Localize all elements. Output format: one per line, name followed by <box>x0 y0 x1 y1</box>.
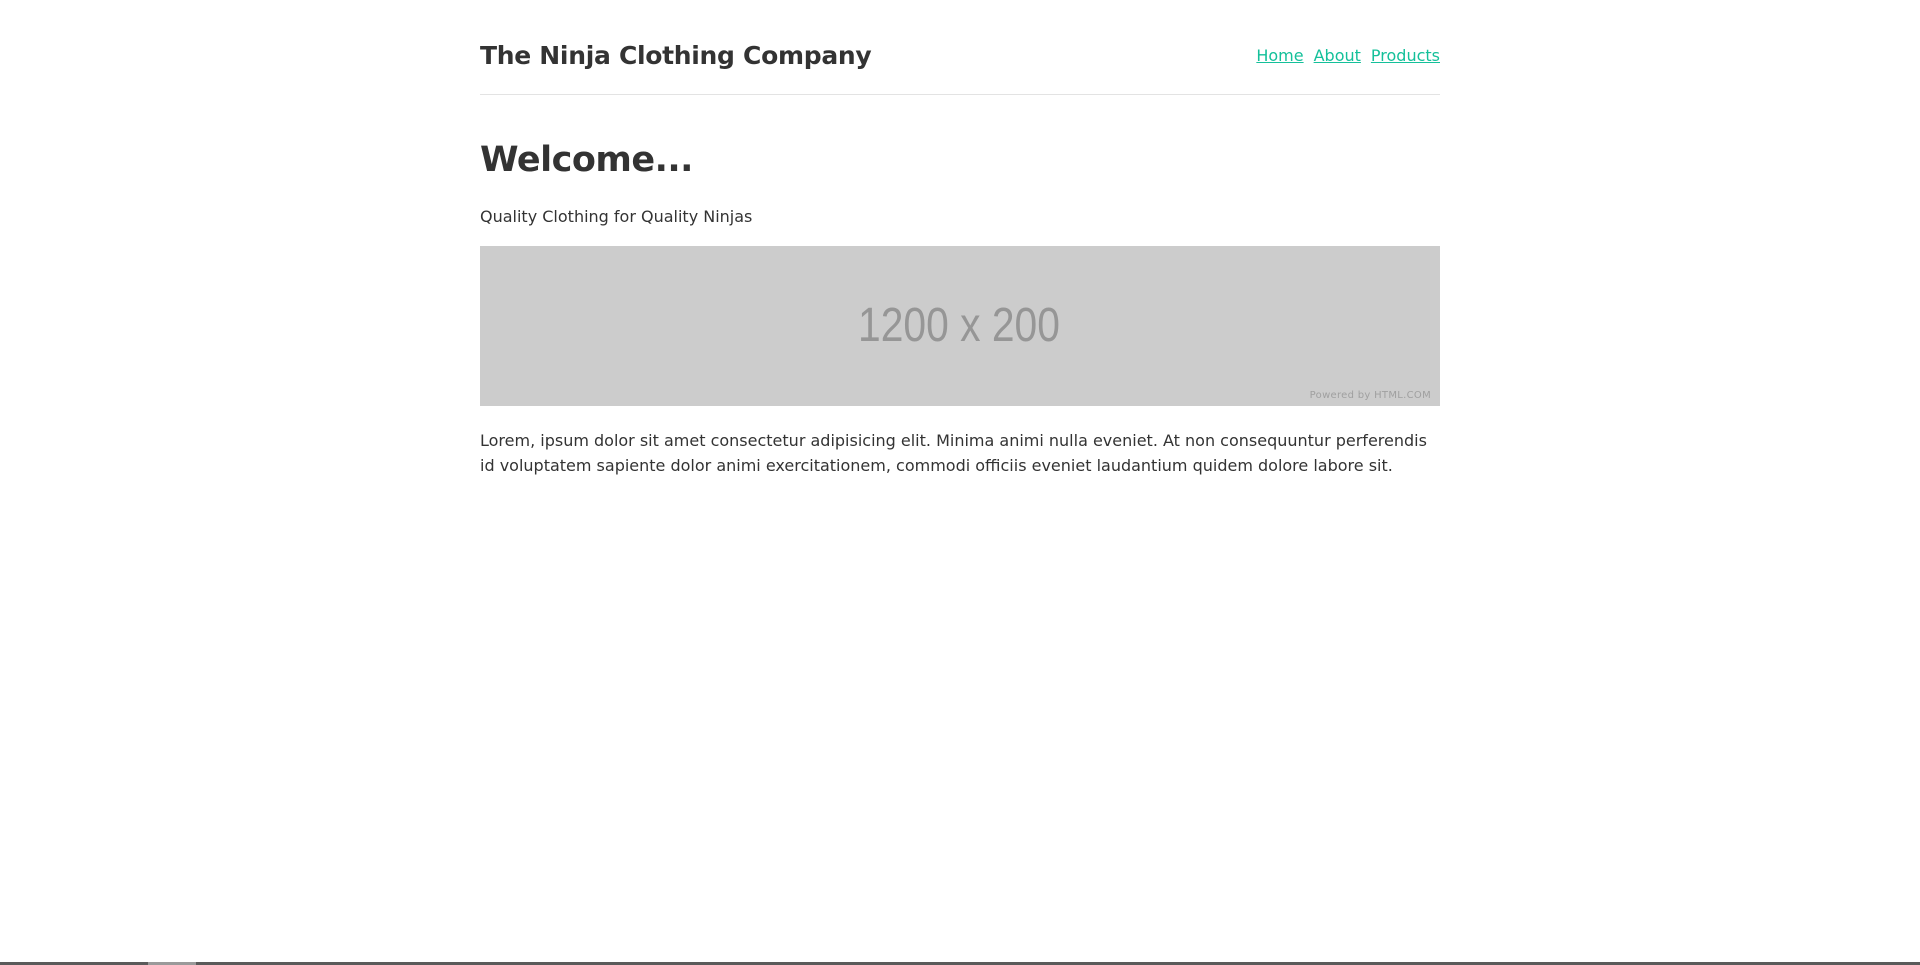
nav-link-home[interactable]: Home <box>1256 44 1303 68</box>
intro-paragraph: Lorem, ipsum dolor sit amet consectetur … <box>480 431 1427 475</box>
welcome-heading: Welcome... <box>480 140 693 180</box>
nav-link-products[interactable]: Products <box>1371 44 1440 68</box>
main-nav: Home About Products <box>1256 44 1440 68</box>
nav-link-about[interactable]: About <box>1314 44 1361 68</box>
banner-image-placeholder: 1200 x 200 Powered by HTML.COM <box>480 246 1440 406</box>
site-title: The Ninja Clothing Company <box>480 41 872 70</box>
tagline: Quality Clothing for Quality Ninjas <box>480 207 753 226</box>
banner-credit: Powered by HTML.COM <box>1309 390 1431 401</box>
banner-placeholder-text: 1200 x 200 <box>858 299 1060 352</box>
page-container: The Ninja Clothing Company Home About Pr… <box>480 0 1440 475</box>
site-header: The Ninja Clothing Company Home About Pr… <box>480 0 1440 95</box>
